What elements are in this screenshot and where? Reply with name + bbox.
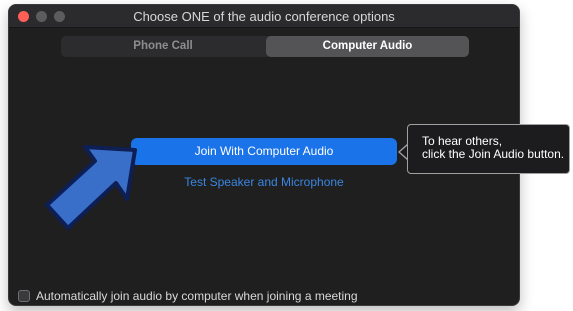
join-audio-tooltip: To hear others, click the Join Audio but…: [407, 124, 570, 174]
tooltip-line-2: click the Join Audio button.: [422, 147, 565, 161]
